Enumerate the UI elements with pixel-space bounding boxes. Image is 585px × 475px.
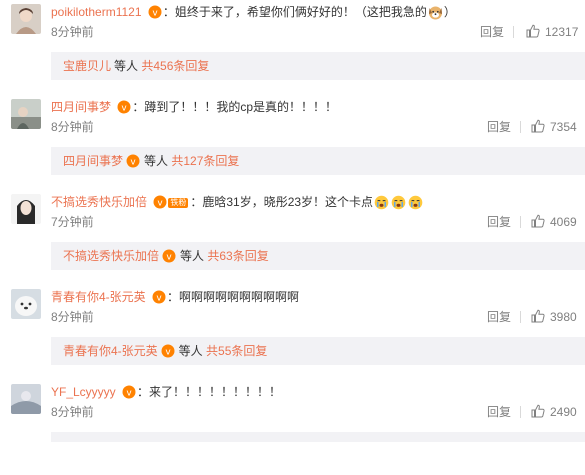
svg-text:v: v [122,104,128,114]
vip-badge-icon: v [161,344,175,358]
reply-summary-etc: 等人 [144,154,169,168]
svg-text:v: v [165,348,171,358]
vip-badge-icon: v [126,154,140,168]
comment-text: ：来了！！！！！！！！！ [137,385,282,399]
like-count: 4069 [550,215,577,229]
like-count: 12317 [545,25,579,39]
comment-item: YF_Lcyyyyy v ：来了！！！！！！！！！ 8分钟前 回复 2490 [0,380,585,475]
reply-count-link[interactable]: 共55条回复 [206,344,267,358]
comment-username[interactable]: 青春有你4-张元英 [51,290,146,304]
comment-text: ：鹿晗31岁，晓彤23岁！这个卡点 [190,195,374,209]
thumbs-up-icon [531,309,545,323]
crying-emoji-icon [374,195,389,210]
thumbs-up-icon [531,404,545,418]
svg-text:v: v [166,253,172,263]
reply-summary[interactable]: 不搞选秀快乐加倍 v 等人 共63条回复 [51,242,585,270]
thumbs-up-icon [531,214,545,228]
reply-summary-user[interactable]: 不搞选秀快乐加倍 [63,249,159,263]
comment-line: 不搞选秀快乐加倍 v 铁粉 ：鹿晗31岁，晓彤23岁！这个卡点 [51,193,424,211]
comment-line: 四月间事梦 v ：蹲到了！！！我的cp是真的！！！！ [51,98,337,116]
crying-emoji-icon [391,195,406,210]
avatar[interactable] [11,99,41,129]
reply-summary-user[interactable]: 宝鹿贝儿 [63,59,111,73]
avatar[interactable] [11,384,41,414]
reply-button[interactable]: 回复 [487,404,511,420]
like-button[interactable]: 3980 [531,308,577,326]
comment-username[interactable]: 不搞选秀快乐加倍 [51,195,147,209]
vip-badge-icon: v [148,5,162,19]
comment-time: 7分钟前 [51,215,94,229]
like-count: 3980 [550,310,577,324]
vip-badge-icon: v [152,290,166,304]
svg-text:v: v [152,9,158,19]
thumbs-up-icon [531,119,545,133]
svg-text:v: v [156,294,162,304]
reply-button[interactable]: 回复 [480,24,504,40]
reply-count-link[interactable]: 共63条回复 [207,249,268,263]
comment-username[interactable]: YF_Lcyyyyy [51,385,116,399]
dog-face-emoji-icon [428,5,443,20]
thumbs-up-icon [526,24,540,38]
divider [520,216,521,228]
comment-item: 四月间事梦 v ：蹲到了！！！我的cp是真的！！！！ 8分钟前 回复 7354 四… [0,95,585,190]
svg-text:v: v [126,389,132,399]
reply-summary-user[interactable]: 青春有你4-张元英 [63,344,158,358]
divider [513,26,514,38]
reply-button[interactable]: 回复 [487,309,511,325]
comment-time: 8分钟前 [51,120,94,134]
like-button[interactable]: 7354 [531,118,577,136]
like-button[interactable]: 4069 [531,213,577,231]
vip-badge-icon: v [122,385,136,399]
svg-text:v: v [130,158,136,168]
avatar[interactable] [11,194,41,224]
comment-line: 青春有你4-张元英 v ：啊啊啊啊啊啊啊啊啊啊 [51,288,299,306]
reply-summary-user[interactable]: 四月间事梦 [63,154,123,168]
avatar[interactable] [11,4,41,34]
reply-summary[interactable]: 宝鹿贝儿 等人 共456条回复 [51,52,585,80]
reply-summary-etc: 等人 [180,249,205,263]
comment-text-end: ） [443,5,456,19]
fan-tag-badge: 铁粉 [168,198,189,208]
comment-text: ：姐终于来了，希望你们俩好好的！（这把我急的 [162,5,427,19]
comment-username[interactable]: poikilotherm1121 [51,5,142,19]
reply-summary-etc: 等人 [178,344,203,358]
comment-item: poikilotherm1121 v ：姐终于来了，希望你们俩好好的！（这把我急的… [0,0,585,95]
reply-button[interactable]: 回复 [487,214,511,230]
reply-summary[interactable]: 四月间事梦 v 等人 共127条回复 [51,147,585,175]
vip-badge-icon: v [153,195,167,209]
comment-feed: poikilotherm1121 v ：姐终于来了，希望你们俩好好的！（这把我急的… [0,0,585,442]
crying-emoji-icon [408,195,423,210]
reply-summary-partial[interactable] [51,432,585,442]
comment-item: 青春有你4-张元英 v ：啊啊啊啊啊啊啊啊啊啊 8分钟前 回复 3980 青春有你… [0,285,585,380]
divider [520,406,521,418]
comment-text: ：啊啊啊啊啊啊啊啊啊啊 [167,290,300,304]
reply-count-link[interactable]: 共127条回复 [171,154,239,168]
like-count: 2490 [550,405,577,419]
reply-count-link[interactable]: 共456条回复 [141,59,209,73]
reply-summary-etc: 等人 [114,59,139,73]
like-button[interactable]: 12317 [526,23,578,41]
vip-badge-icon: v [117,100,131,114]
comment-text: ：蹲到了！！！我的cp是真的！！！！ [132,100,338,114]
reply-button[interactable]: 回复 [487,119,511,135]
comment-item: 不搞选秀快乐加倍 v 铁粉 ：鹿晗31岁，晓彤23岁！这个卡点 7分钟前 回复 40… [0,190,585,285]
avatar[interactable] [11,289,41,319]
comment-username[interactable]: 四月间事梦 [51,100,111,114]
comment-time: 8分钟前 [51,310,94,324]
comment-line: poikilotherm1121 v ：姐终于来了，希望你们俩好好的！（这把我急的… [51,3,456,21]
comment-time: 8分钟前 [51,405,94,419]
divider [520,121,521,133]
vip-badge-icon: v [162,249,176,263]
reply-summary[interactable]: 青春有你4-张元英 v 等人 共55条回复 [51,337,585,365]
like-count: 7354 [550,120,577,134]
like-button[interactable]: 2490 [531,403,577,421]
comment-line: YF_Lcyyyyy v ：来了！！！！！！！！！ [51,383,281,401]
svg-text:v: v [158,199,164,209]
comment-time: 8分钟前 [51,25,94,39]
divider [520,311,521,323]
